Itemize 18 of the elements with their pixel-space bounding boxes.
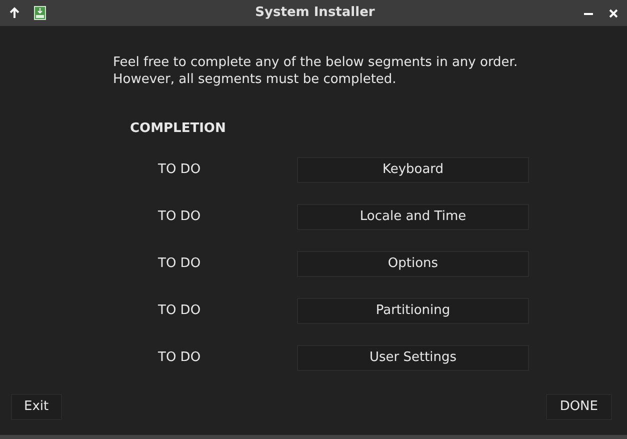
segment-button[interactable]: Locale and Time <box>297 204 529 230</box>
status-text: TO DO <box>158 208 202 226</box>
close-icon[interactable] <box>609 8 618 18</box>
window-title: System Installer <box>255 4 375 22</box>
status-text: TO DO <box>158 302 202 320</box>
section-heading: COMPLETION <box>130 120 227 138</box>
arrow-up-icon[interactable] <box>9 7 20 19</box>
segment-button[interactable]: Partitioning <box>297 298 529 324</box>
done-button[interactable]: DONE <box>546 394 612 420</box>
exit-button[interactable]: Exit <box>11 394 62 420</box>
segment-button[interactable]: Keyboard <box>297 156 529 182</box>
status-text: TO DO <box>158 160 202 179</box>
segment-button[interactable]: User Settings <box>297 344 529 370</box>
status-text: TO DO <box>158 348 202 367</box>
intro-text: Feel free to complete any of the below segments in any order. However, all segments must be completed. <box>113 54 519 88</box>
drive-icon[interactable] <box>34 6 46 20</box>
status-text: TO DO <box>158 254 202 273</box>
segment-button[interactable]: Options <box>297 250 529 276</box>
